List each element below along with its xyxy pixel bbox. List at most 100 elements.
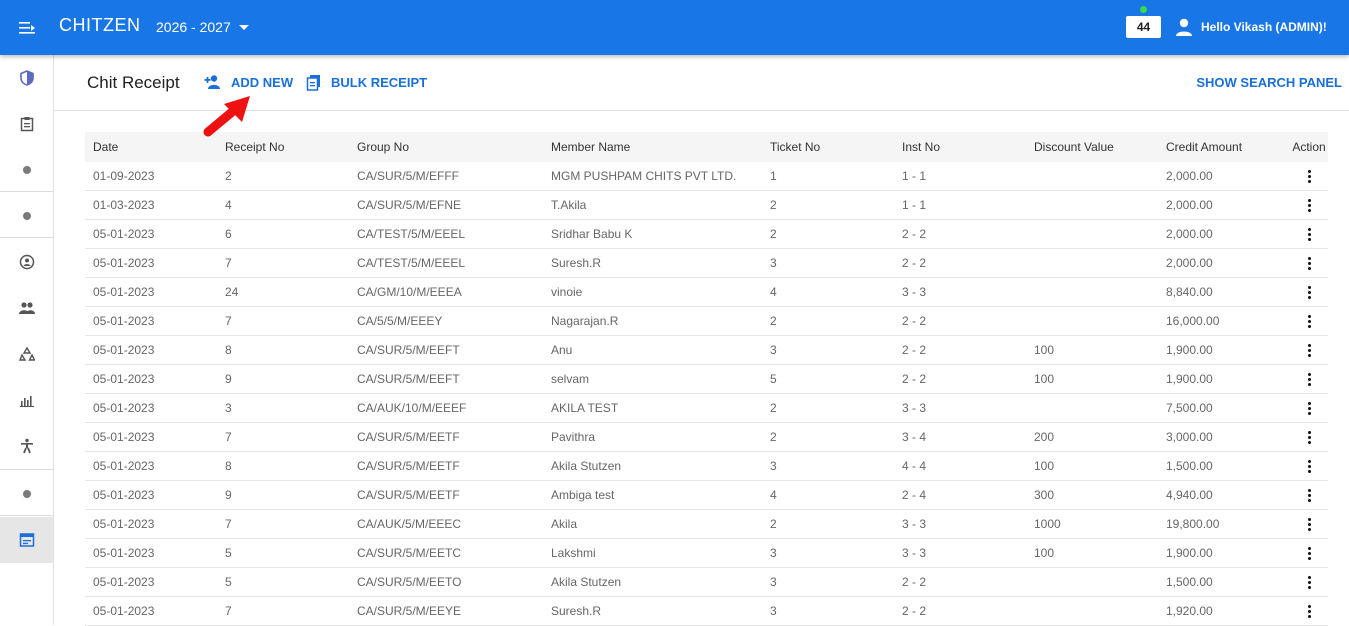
notification-badge-wrap[interactable]: 44: [1126, 6, 1161, 38]
cell-credit-amount: 1,900.00: [1158, 335, 1290, 365]
cell-action: [1290, 364, 1328, 394]
sidebar-item-recycle[interactable]: [0, 331, 53, 377]
cell-inst-no: 2 - 2: [894, 248, 1026, 278]
cell-member-name: Akila Stutzen: [543, 567, 762, 597]
sidebar-item-accessibility[interactable]: [0, 423, 53, 469]
column-header-action: Action: [1290, 132, 1328, 162]
cell-group-no: CA/SUR/5/M/EEFT: [349, 364, 543, 394]
more-vert-icon[interactable]: [1302, 572, 1317, 593]
cell-group-no: CA/SUR/5/M/EEYE: [349, 596, 543, 626]
cell-discount-value: 1000: [1026, 509, 1158, 539]
more-vert-icon[interactable]: [1302, 543, 1317, 564]
cell-inst-no: 2 - 2: [894, 364, 1026, 394]
more-vert-icon[interactable]: [1302, 485, 1317, 506]
cell-action: [1290, 393, 1328, 423]
cell-receipt-no: 7: [217, 306, 349, 336]
more-vert-icon[interactable]: [1302, 340, 1317, 361]
cell-action: [1290, 219, 1328, 249]
cell-inst-no: 3 - 4: [894, 422, 1026, 452]
year-selector[interactable]: 2026 - 2027: [156, 19, 249, 35]
cell-credit-amount: 1,900.00: [1158, 538, 1290, 568]
cell-credit-amount: 16,000.00: [1158, 306, 1290, 336]
cell-date: 05-01-2023: [85, 219, 217, 249]
cell-date: 01-09-2023: [85, 162, 217, 191]
add-new-label: ADD NEW: [231, 74, 294, 90]
cell-member-name: Nagarajan.R: [543, 306, 762, 336]
sidebar-item-shield[interactable]: [0, 55, 53, 101]
table-row: 05-01-2023 7 CA/AUK/5/M/EEEC Akila 2 3 - 3 100…: [85, 509, 1328, 539]
cell-discount-value: [1026, 306, 1158, 336]
more-vert-icon[interactable]: [1302, 195, 1317, 216]
cell-receipt-no: 5: [217, 567, 349, 597]
cell-receipt-no: 7: [217, 248, 349, 278]
cell-action: [1290, 306, 1328, 336]
column-header-credit-amount: Credit Amount: [1158, 132, 1290, 162]
cell-ticket-no: 5: [762, 364, 894, 394]
cell-inst-no: 1 - 1: [894, 190, 1026, 220]
add-new-button[interactable]: ADD NEW: [204, 74, 293, 90]
sidebar-item-reports[interactable]: [0, 377, 53, 423]
cell-discount-value: [1026, 219, 1158, 249]
annotation-arrow-icon: [203, 96, 250, 137]
cell-inst-no: 1 - 1: [894, 162, 1026, 191]
sidebar-item-chit-receipt[interactable]: [0, 517, 53, 563]
cell-member-name: T.Akila: [543, 190, 762, 220]
user-menu[interactable]: Hello Vikash (ADMIN)!: [1174, 17, 1327, 37]
cell-member-name: Sridhar Babu K: [543, 219, 762, 249]
more-vert-icon[interactable]: [1302, 166, 1317, 187]
notification-count: 44: [1126, 16, 1161, 38]
cell-group-no: CA/SUR/5/M/EFFF: [349, 162, 543, 191]
sidebar-item-dot-2[interactable]: [0, 193, 53, 239]
cell-date: 05-01-2023: [85, 538, 217, 568]
recycle-icon: [18, 346, 35, 361]
cell-receipt-no: 7: [217, 509, 349, 539]
cell-date: 05-01-2023: [85, 364, 217, 394]
cell-inst-no: 2 - 2: [894, 219, 1026, 249]
more-vert-icon[interactable]: [1302, 398, 1317, 419]
cell-ticket-no: 1: [762, 162, 894, 191]
cell-receipt-no: 8: [217, 451, 349, 481]
cell-receipt-no: 9: [217, 364, 349, 394]
menu-toggle-icon[interactable]: [0, 0, 54, 55]
more-vert-icon[interactable]: [1302, 514, 1317, 535]
cell-inst-no: 3 - 3: [894, 509, 1026, 539]
table-header-row: Date Receipt No Group No Member Name Ticket …: [85, 132, 1328, 162]
cell-credit-amount: 1,920.00: [1158, 596, 1290, 626]
cell-inst-no: 3 - 3: [894, 538, 1026, 568]
cell-discount-value: [1026, 393, 1158, 423]
sidebar-item-people[interactable]: [0, 285, 53, 331]
table-row: 05-01-2023 7 CA/SUR/5/M/EEYE Suresh.R 3 2 - 2…: [85, 596, 1328, 626]
cell-group-no: CA/SUR/5/M/EETO: [349, 567, 543, 597]
cell-credit-amount: 1,500.00: [1158, 451, 1290, 481]
more-vert-icon[interactable]: [1302, 456, 1317, 477]
sidebar-item-clipboard[interactable]: [0, 101, 53, 147]
sidebar-item-dot-1[interactable]: [0, 147, 53, 193]
more-vert-icon[interactable]: [1302, 224, 1317, 245]
sidebar: [0, 55, 54, 625]
cell-group-no: CA/SUR/5/M/EFNE: [349, 190, 543, 220]
table-row: 05-01-2023 6 CA/TEST/5/M/EEEL Sridhar Babu …: [85, 219, 1328, 249]
receipt-table-icon: [19, 533, 34, 547]
cell-group-no: CA/TEST/5/M/EEEL: [349, 248, 543, 278]
more-vert-icon[interactable]: [1302, 427, 1317, 448]
people-icon: [18, 302, 35, 314]
more-vert-icon[interactable]: [1302, 601, 1317, 622]
cell-discount-value: [1026, 190, 1158, 220]
sidebar-item-account[interactable]: [0, 239, 53, 285]
cell-inst-no: 2 - 4: [894, 480, 1026, 510]
cell-discount-value: 100: [1026, 538, 1158, 568]
cell-member-name: Ambiga test: [543, 480, 762, 510]
sidebar-item-dot-3[interactable]: [0, 471, 53, 517]
cell-discount-value: [1026, 567, 1158, 597]
more-vert-icon[interactable]: [1302, 282, 1317, 303]
column-header-discount-value: Discount Value: [1026, 132, 1158, 162]
show-search-panel-button[interactable]: SHOW SEARCH PANEL: [1196, 75, 1342, 90]
more-vert-icon[interactable]: [1302, 369, 1317, 390]
more-vert-icon[interactable]: [1302, 311, 1317, 332]
bulk-receipt-label: BULK RECEIPT: [331, 75, 428, 90]
cell-date: 05-01-2023: [85, 451, 217, 481]
cell-receipt-no: 7: [217, 596, 349, 626]
more-vert-icon[interactable]: [1302, 253, 1317, 274]
bulk-receipt-button[interactable]: BULK RECEIPT: [306, 74, 427, 91]
table-row: 05-01-2023 5 CA/SUR/5/M/EETC Lakshmi 3 3 - 31…: [85, 538, 1328, 568]
